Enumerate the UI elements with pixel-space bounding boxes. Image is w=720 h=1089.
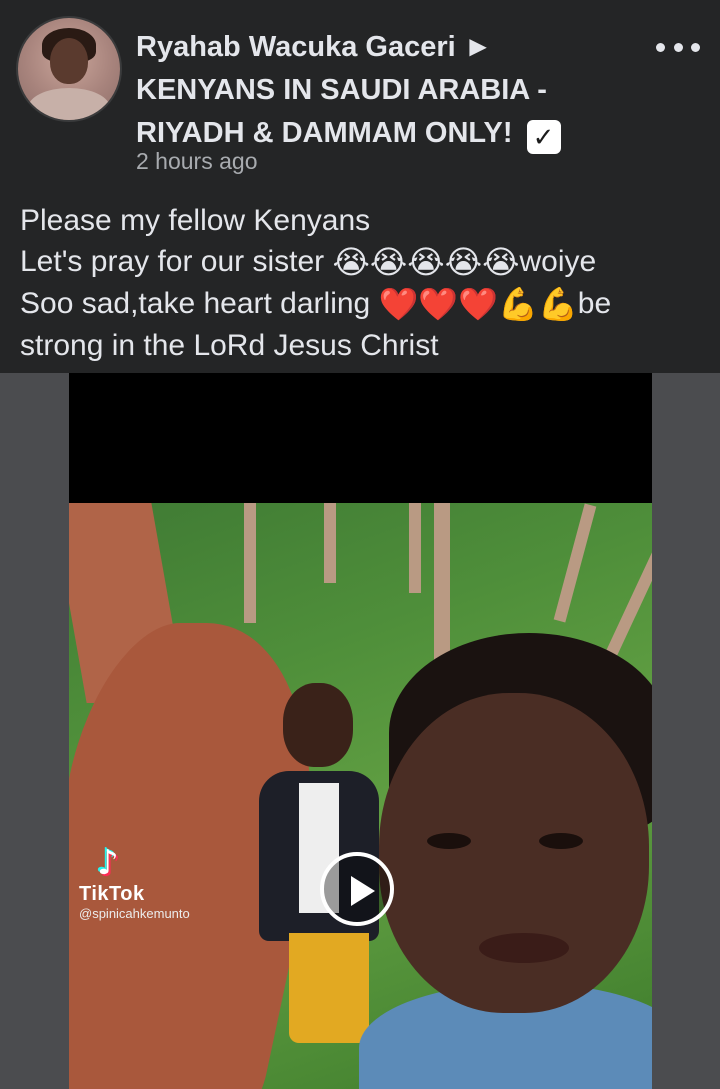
tree-trunk [324,503,336,583]
play-icon[interactable] [320,852,394,926]
post-line-1: Please my fellow Kenyans [20,200,710,241]
post-line-4: strong in the LoRd Jesus Christ [20,325,710,366]
crying-emoji-icon: 😭😭😭😭😭 [332,243,520,281]
video-frame[interactable]: ♪ TikTok @spinicahkemunto [69,373,652,1089]
child-pants [289,933,369,1043]
post-text-1: Please my fellow Kenyans [20,204,371,237]
post-line-3: Soo sad,take heart darling ❤️❤️❤️💪💪be [20,283,710,325]
post-title: Ryahab Wacuka Gaceri ► KENYANS IN SAUDI … [136,26,636,155]
post-text-3: Soo sad,take heart darling [20,287,379,320]
video-thumbnail: ♪ TikTok @spinicahkemunto [69,503,652,1089]
child-head [283,683,353,767]
post-text-4: strong in the LoRd Jesus Christ [20,329,439,362]
woman-eye [427,833,471,849]
woman-figure [359,633,652,1089]
post-line-2: Let's pray for our sister 😭😭😭😭😭woiye [20,241,710,283]
avatar-face [50,38,88,84]
post-text-3-tail: be [577,287,612,320]
group-name[interactable]: KENYANS IN SAUDI ARABIA - RIYADH & DAMMA… [136,74,547,149]
heart-emoji-icon: ❤️❤️❤️ [378,285,499,323]
woman-face [379,693,649,1013]
dot [656,42,665,52]
video-container[interactable]: ♪ TikTok @spinicahkemunto [0,373,720,1089]
checkbox-icon: ✓ [526,120,561,154]
tiktok-watermark: ♪ TikTok @spinicahkemunto [79,843,190,921]
post-text-2: Let's pray for our sister [20,245,333,278]
post-text-2-tail: woiye [519,245,597,278]
post-body: Please my fellow Kenyans Let's pray for … [20,200,710,366]
author-name[interactable]: Ryahab Wacuka Gaceri [136,31,456,63]
muscle-emoji-icon: 💪💪 [498,285,578,323]
tree-trunk [409,503,421,593]
tree-trunk [553,503,597,623]
more-dots-icon[interactable] [656,30,700,64]
avatar-shoulders [28,88,110,120]
dot [691,42,700,52]
author-avatar[interactable] [18,18,120,120]
woman-eye [539,833,583,849]
tiktok-logo-icon: ♪ [97,843,119,883]
post-header: Ryahab Wacuka Gaceri ► KENYANS IN SAUDI … [0,0,720,190]
tiktok-handle: @spinicahkemunto [79,906,190,921]
tiktok-name: TikTok [79,883,145,905]
arrow-icon: ► [463,31,493,63]
dot [673,42,683,52]
post-timestamp[interactable]: 2 hours ago [136,148,257,175]
woman-mouth [479,933,569,963]
tree-trunk [244,503,256,623]
